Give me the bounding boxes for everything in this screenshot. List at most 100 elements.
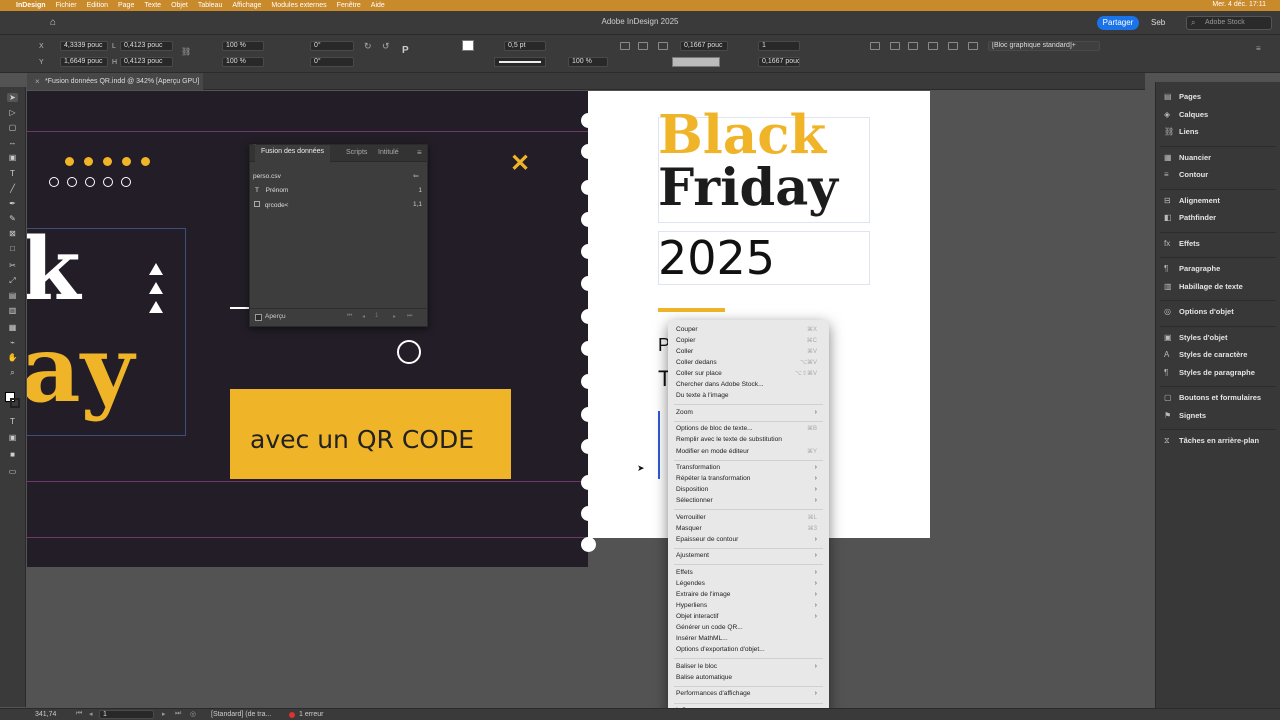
rotation-field[interactable]: 0°	[310, 41, 354, 51]
gradient-feather-tool-icon[interactable]: ▥	[7, 306, 18, 315]
pen-tool-icon[interactable]: ✒	[7, 199, 18, 208]
field-row-prenom[interactable]: T Prénom	[253, 187, 423, 194]
object-style-select[interactable]: [Bloc graphique standard]+	[988, 41, 1100, 51]
menu-tableau[interactable]: Tableau	[198, 2, 223, 9]
prev-page-icon[interactable]: ◂	[89, 710, 93, 718]
gradient-tool-icon[interactable]: ▤	[7, 291, 18, 300]
stroke-type-select[interactable]	[494, 57, 546, 67]
context-menu-item[interactable]: Chercher dans Adobe Stock...	[676, 380, 821, 390]
text-wrap-icon[interactable]: ▥	[1164, 282, 1173, 291]
hand-tool-icon[interactable]: ✋	[7, 353, 18, 362]
menu-objet[interactable]: Objet	[171, 2, 188, 9]
context-menu-item[interactable]: Transformation ›	[676, 463, 821, 473]
transform-icon[interactable]	[968, 42, 978, 50]
adobe-stock-search-input[interactable]: Adobe Stock	[1186, 16, 1272, 30]
context-menu-item[interactable]: Effets ›	[676, 568, 821, 578]
next-record-icon[interactable]: ▸	[393, 313, 396, 320]
stroke-swatch[interactable]	[10, 398, 20, 408]
rotate-cw-icon[interactable]: ↻	[364, 41, 372, 52]
apply-color-icon[interactable]: ■	[7, 450, 18, 459]
panel-paragraph-styles[interactable]: Styles de paragraphe	[1179, 368, 1255, 377]
prev-record-icon[interactable]: ◂	[362, 313, 365, 320]
eyedropper-tool-icon[interactable]: ⌁	[7, 338, 18, 347]
update-source-icon[interactable]: ⇐	[413, 172, 419, 180]
type-tool-icon[interactable]: T	[7, 169, 18, 178]
note-tool-icon[interactable]: ▦	[7, 323, 18, 332]
context-menu-item[interactable]: Insérer MathML...	[676, 634, 821, 644]
context-menu-item[interactable]: Couper ⌘X	[676, 325, 821, 335]
context-menu-item[interactable]: Copier ⌘C	[676, 336, 821, 346]
panel-stroke[interactable]: Contour	[1179, 170, 1208, 179]
fit-height-field[interactable]: 0,1667 pouc	[758, 57, 800, 67]
preview-mode-icon[interactable]: ▭	[7, 467, 18, 476]
field-row-qrcode[interactable]: qrcode<	[253, 201, 423, 209]
align-left-icon[interactable]	[620, 42, 630, 50]
x-field[interactable]: 4,3339 pouc	[60, 41, 108, 51]
paragraph-styles-icon[interactable]: ¶	[1164, 368, 1173, 377]
user-menu[interactable]: Seb	[1151, 18, 1165, 27]
context-menu-item[interactable]: Coller sur place ⌥⇧⌘V	[676, 369, 821, 379]
preflight-profile[interactable]: [Standard] (de tra...	[211, 711, 271, 718]
effects-icon[interactable]: fx	[1164, 239, 1173, 248]
content-collector-icon[interactable]: ▣	[7, 153, 18, 162]
document-canvas[interactable]: k ay ✕ avec un QR CODE Black Friday 2025…	[27, 91, 1145, 706]
scale-x-field[interactable]: 100 %	[222, 41, 264, 51]
zoom-tool-icon[interactable]: ⌕	[7, 368, 18, 377]
context-menu-item[interactable]: Sélectionner ›	[676, 496, 821, 506]
panel-bookmarks[interactable]: Signets	[1179, 411, 1206, 420]
panel-background-tasks[interactable]: Tâches en arrière-plan	[1179, 436, 1259, 445]
tab-data-merge[interactable]: Fusion des données	[255, 145, 331, 162]
menu-edition[interactable]: Edition	[87, 2, 108, 9]
panel-buttons[interactable]: Boutons et formulaires	[1179, 393, 1261, 402]
preflight-icon[interactable]: ◎	[190, 710, 196, 718]
context-menu-item[interactable]: Coller dedans ⌥⌘V	[676, 358, 821, 368]
screen-mode-icon[interactable]: ▣	[7, 433, 18, 442]
pencil-tool-icon[interactable]: ✎	[7, 214, 18, 223]
menu-texte[interactable]: Texte	[144, 2, 161, 9]
buttons-icon[interactable]: ▢	[1164, 394, 1173, 402]
context-menu-item[interactable]: Performances d'affichage ›	[676, 689, 821, 699]
rectangle-tool-icon[interactable]: □	[7, 244, 18, 253]
title-black[interactable]: Black	[658, 109, 826, 162]
banner-text[interactable]: avec un QR CODE	[250, 425, 474, 454]
first-page-icon[interactable]: ⏮	[76, 710, 82, 718]
first-record-icon[interactable]: ⏮	[347, 313, 352, 320]
preflight-errors[interactable]: 1 erreur	[299, 711, 324, 718]
menu-aide[interactable]: Aide	[371, 2, 385, 9]
context-menu-item[interactable]: Zoom ›	[676, 408, 821, 418]
menu-fenetre[interactable]: Fenêtre	[337, 2, 361, 9]
panel-paragraph[interactable]: Paragraphe	[1179, 264, 1220, 273]
shear-field[interactable]: 0°	[310, 57, 354, 67]
align-icon[interactable]: ⊟	[1164, 196, 1173, 205]
scale-y-field[interactable]: 100 %	[222, 57, 264, 67]
panel-text-wrap[interactable]: Habillage de texte	[1179, 282, 1243, 291]
gap-tool-icon[interactable]: ↔	[7, 138, 18, 147]
rectangle-frame-tool-icon[interactable]: ⊠	[7, 229, 18, 238]
align-top-icon[interactable]	[928, 42, 938, 50]
tab-intitule[interactable]: Intitulé	[378, 149, 399, 156]
last-record-icon[interactable]: ⏭	[407, 313, 412, 320]
background-tasks-icon[interactable]: ⧖	[1164, 437, 1173, 445]
rotate-ccw-icon[interactable]: ↺	[382, 41, 390, 52]
swatches-icon[interactable]: ▦	[1164, 153, 1173, 162]
object-styles-icon[interactable]: ▣	[1164, 333, 1173, 342]
context-menu-item[interactable]: Générer un code QR...	[676, 623, 821, 633]
scissors-tool-icon[interactable]: ✂	[7, 261, 18, 270]
context-menu-item[interactable]: Baliser le bloc ›	[676, 662, 821, 672]
record-number-field[interactable]: 1	[375, 313, 378, 319]
context-menu-item[interactable]: Epaisseur de contour ›	[676, 535, 821, 545]
panel-character-styles[interactable]: Styles de caractère	[1179, 350, 1247, 359]
last-page-icon[interactable]: ⏭	[175, 710, 181, 718]
zoom-level-field[interactable]: 341,74	[35, 711, 56, 718]
context-menu-item[interactable]: Modifier en mode éditeur ⌘Y	[676, 447, 821, 457]
width-field[interactable]: 0,4123 pouc	[120, 41, 173, 51]
context-menu-item[interactable]: Répéter la transformation ›	[676, 474, 821, 484]
panel-swatches[interactable]: Nuancier	[1179, 153, 1211, 162]
tab-scripts[interactable]: Scripts	[346, 149, 367, 156]
context-menu-item[interactable]: Remplir avec le texte de substitution	[676, 435, 821, 445]
direct-selection-tool-icon[interactable]: ▷	[7, 108, 18, 117]
context-menu-item[interactable]: Légendes ›	[676, 579, 821, 589]
context-menu-item[interactable]: Disposition ›	[676, 485, 821, 495]
links-icon[interactable]: ⛓	[1164, 128, 1174, 136]
bookmarks-icon[interactable]: ⚑	[1164, 411, 1173, 420]
